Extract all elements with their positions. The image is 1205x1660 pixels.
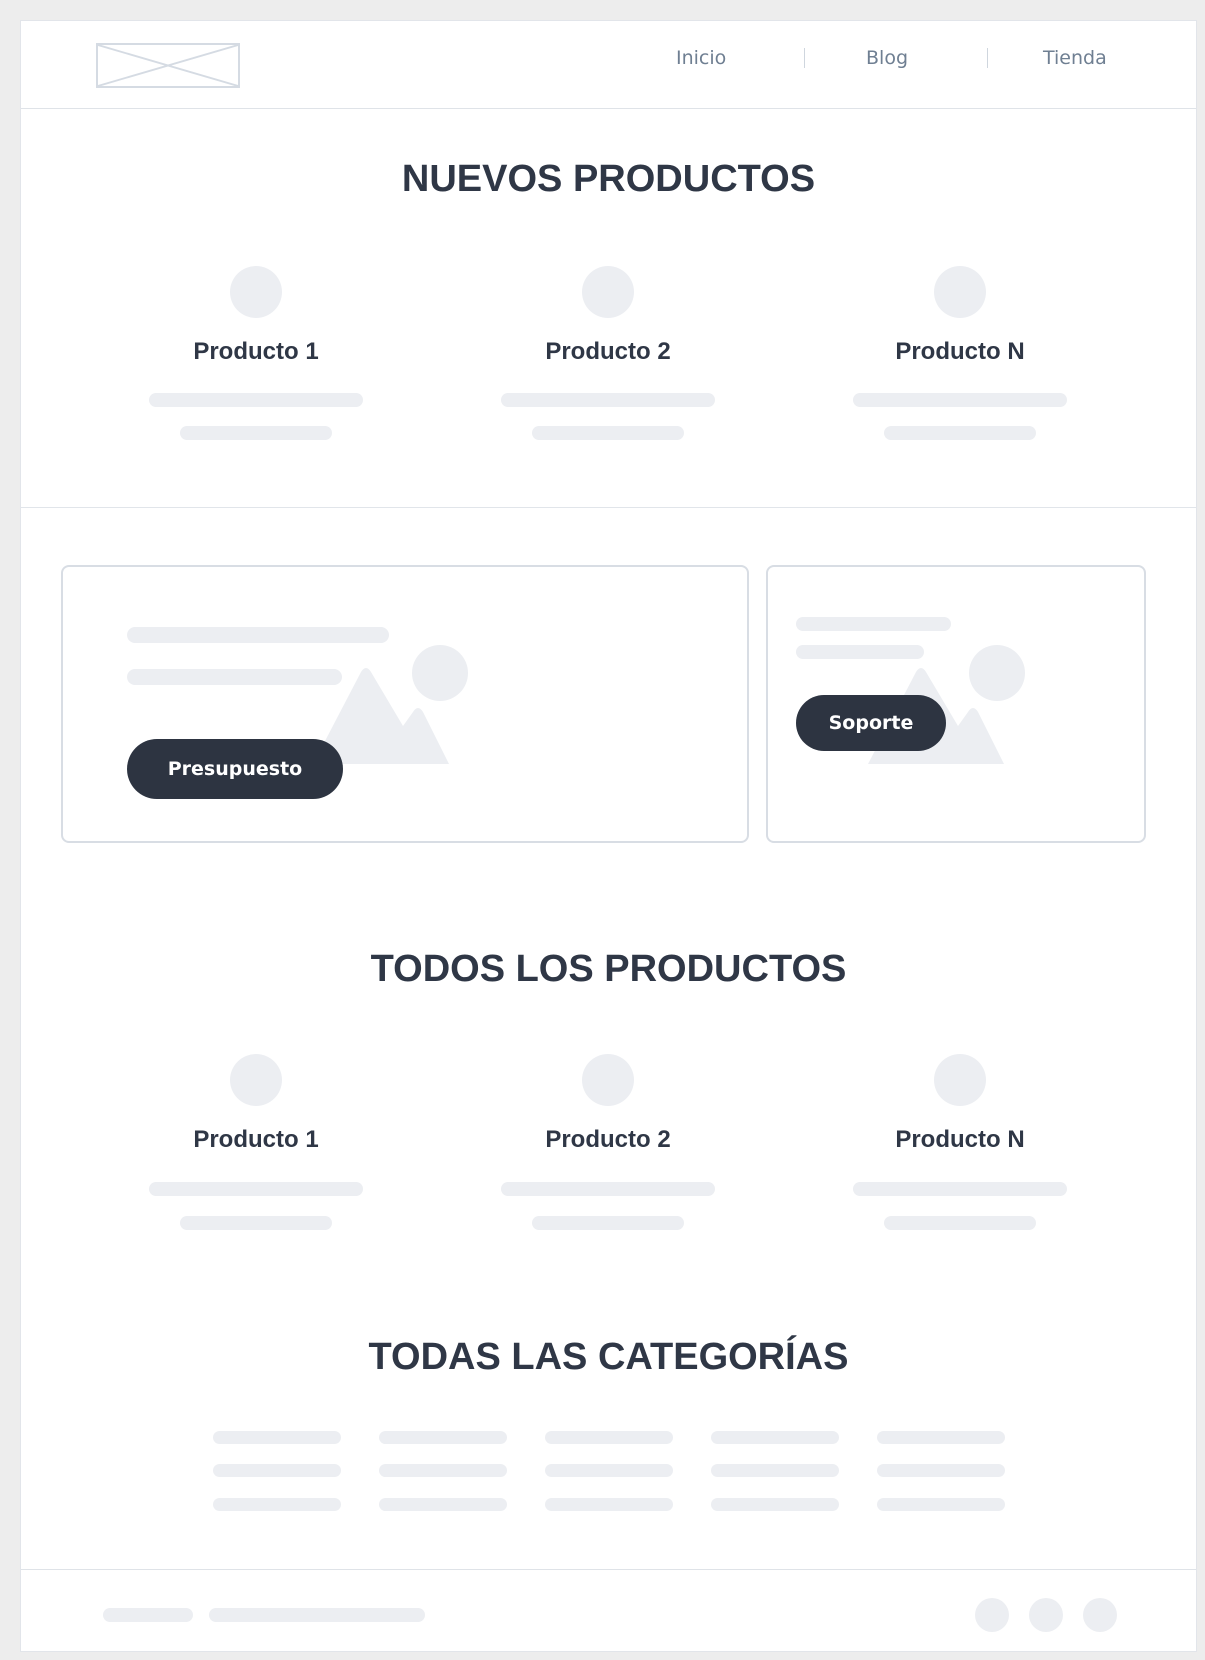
promo-card-presupuesto: Presupuesto: [61, 565, 749, 843]
product-image-icon: [582, 266, 634, 318]
section-title-todos: TODOS LOS PRODUCTOS: [370, 948, 847, 990]
category-link-placeholder[interactable]: [711, 1431, 839, 1444]
section-title-categorias: TODAS LAS CATEGORÍAS: [368, 1336, 849, 1378]
footer-text-placeholder: [209, 1608, 425, 1622]
text-placeholder: [884, 426, 1036, 440]
category-link-placeholder[interactable]: [711, 1498, 839, 1511]
text-placeholder: [532, 1216, 684, 1230]
social-icon[interactable]: [1029, 1598, 1063, 1632]
text-placeholder: [127, 669, 342, 685]
nav-link-inicio[interactable]: Inicio: [676, 47, 726, 69]
logo-placeholder-icon[interactable]: [96, 43, 240, 88]
category-link-placeholder[interactable]: [545, 1498, 673, 1511]
text-placeholder: [149, 1182, 363, 1196]
nav-link-blog[interactable]: Blog: [866, 47, 908, 69]
product-card[interactable]: Producto 2: [488, 1054, 728, 1154]
category-link-placeholder[interactable]: [213, 1464, 341, 1477]
section-title-nuevos: NUEVOS PRODUCTOS: [401, 158, 816, 200]
social-icon[interactable]: [1083, 1598, 1117, 1632]
text-placeholder: [149, 393, 363, 407]
category-link-placeholder[interactable]: [379, 1498, 507, 1511]
category-link-placeholder[interactable]: [379, 1464, 507, 1477]
product-name: Producto 1: [193, 1126, 319, 1153]
text-placeholder: [853, 393, 1067, 407]
category-link-placeholder[interactable]: [545, 1464, 673, 1477]
presupuesto-button[interactable]: Presupuesto: [127, 739, 343, 799]
product-card[interactable]: Producto N: [840, 266, 1080, 366]
nav-separator: [987, 48, 988, 68]
category-link-placeholder[interactable]: [213, 1498, 341, 1511]
text-placeholder: [532, 426, 684, 440]
product-image-icon: [582, 1054, 634, 1106]
category-link-placeholder[interactable]: [877, 1498, 1005, 1511]
product-card[interactable]: Producto N: [840, 1054, 1080, 1154]
product-image-icon: [230, 266, 282, 318]
product-image-icon: [934, 1054, 986, 1106]
product-card[interactable]: Producto 1: [136, 266, 376, 366]
category-link-placeholder[interactable]: [877, 1431, 1005, 1444]
nav-separator: [804, 48, 805, 68]
product-card[interactable]: Producto 2: [488, 266, 728, 366]
section-divider: [21, 507, 1196, 508]
category-link-placeholder[interactable]: [379, 1431, 507, 1444]
product-name: Producto 2: [545, 1126, 671, 1153]
product-name: Producto N: [895, 1126, 1025, 1153]
footer-text-placeholder: [103, 1608, 193, 1622]
product-image-icon: [934, 266, 986, 318]
category-link-placeholder[interactable]: [711, 1464, 839, 1477]
text-placeholder: [127, 627, 389, 643]
category-link-placeholder[interactable]: [545, 1431, 673, 1444]
social-icon[interactable]: [975, 1598, 1009, 1632]
text-placeholder: [884, 1216, 1036, 1230]
text-placeholder: [180, 1216, 332, 1230]
promo-card-soporte: Soporte: [766, 565, 1146, 843]
category-link-placeholder[interactable]: [877, 1464, 1005, 1477]
page-frame: Inicio Blog Tienda NUEVOS PRODUCTOS Prod…: [20, 20, 1197, 1652]
product-name: Producto 1: [193, 338, 319, 365]
text-placeholder: [501, 393, 715, 407]
product-name: Producto 2: [545, 338, 671, 365]
nav-link-tienda[interactable]: Tienda: [1043, 47, 1107, 69]
category-link-placeholder[interactable]: [213, 1431, 341, 1444]
header: Inicio Blog Tienda: [21, 21, 1196, 109]
text-placeholder: [501, 1182, 715, 1196]
product-card[interactable]: Producto 1: [136, 1054, 376, 1154]
image-placeholder-icon: [313, 645, 468, 764]
text-placeholder: [796, 617, 951, 631]
footer: [21, 1569, 1196, 1651]
product-image-icon: [230, 1054, 282, 1106]
text-placeholder: [180, 426, 332, 440]
text-placeholder: [853, 1182, 1067, 1196]
soporte-button[interactable]: Soporte: [796, 695, 946, 751]
product-name: Producto N: [895, 338, 1025, 365]
